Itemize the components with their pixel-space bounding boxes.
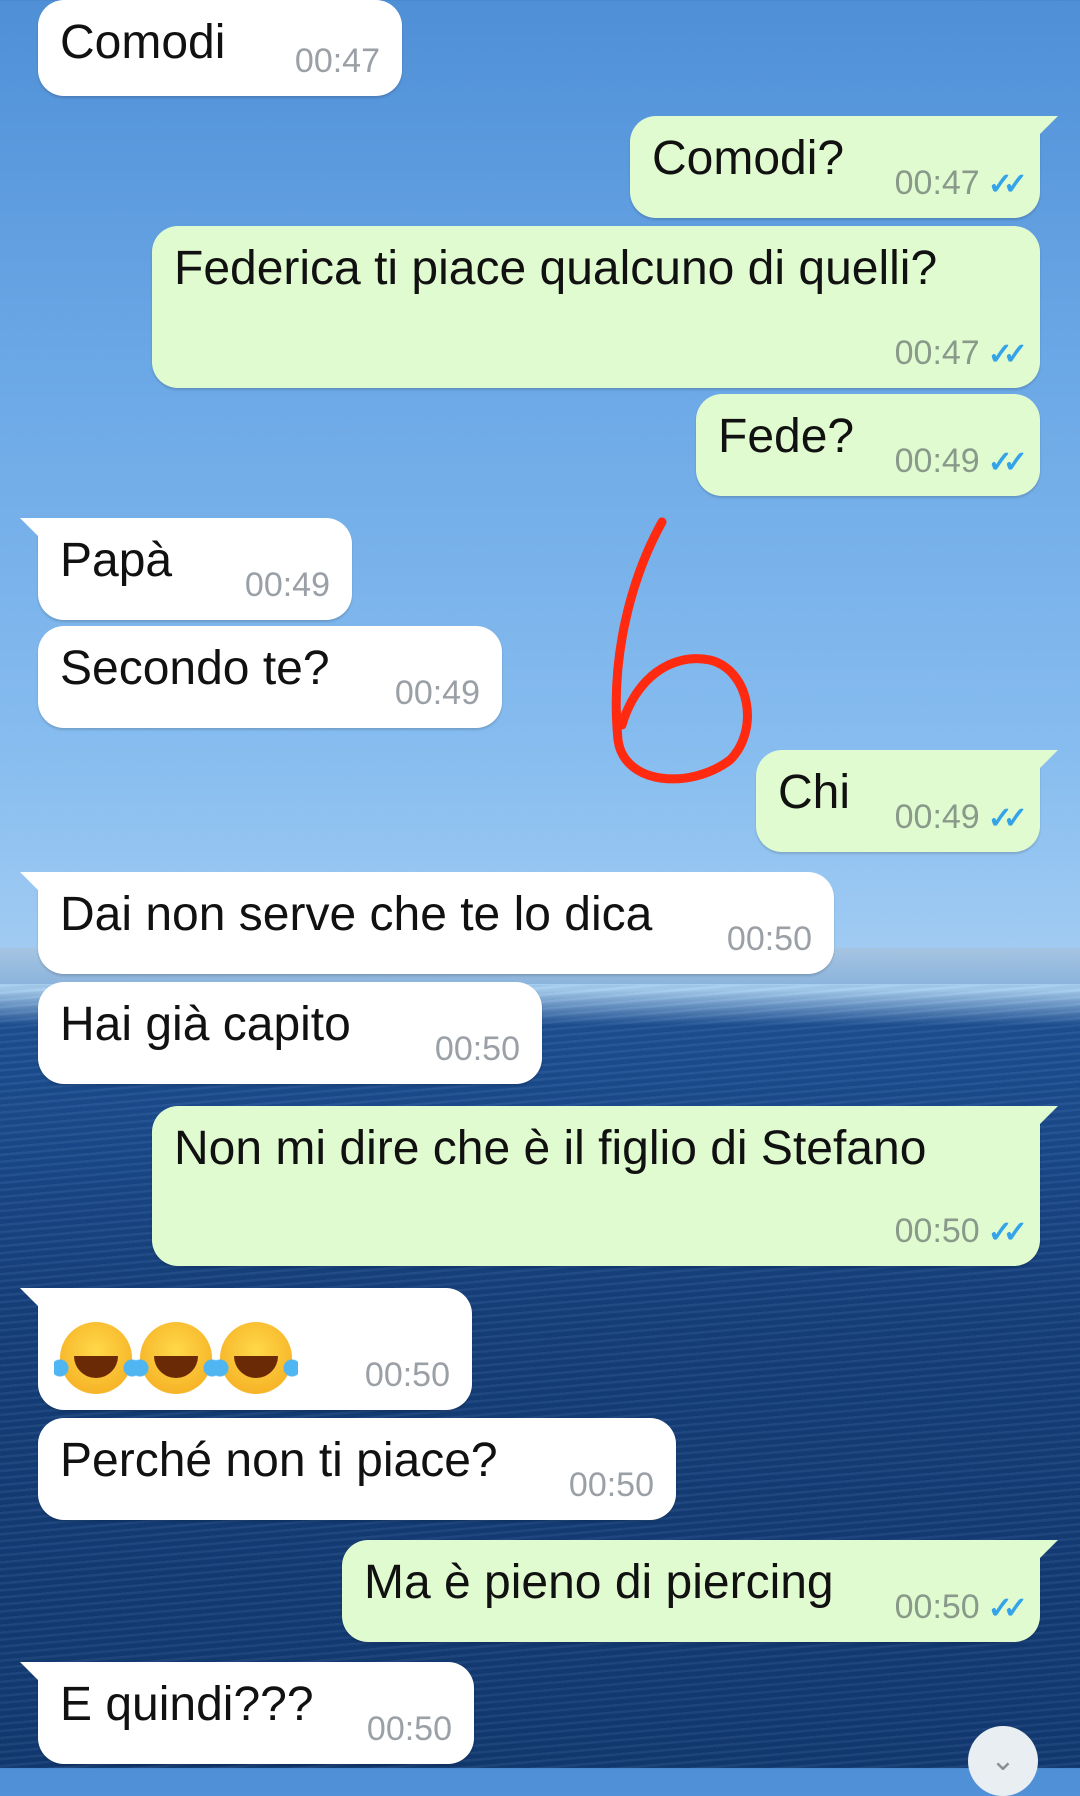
message-incoming[interactable]: Papà 00:49 — [20, 518, 352, 620]
scroll-to-bottom-button[interactable]: ⌄ — [968, 1726, 1038, 1796]
read-ticks-icon: ✓✓ — [987, 168, 1028, 202]
message-incoming[interactable]: 00:50 — [20, 1288, 472, 1410]
message-meta: 00:47 ✓✓ — [894, 164, 1028, 203]
message-text: Fede? — [718, 410, 855, 463]
message-text: Perché non ti piace? — [60, 1434, 498, 1487]
message-meta: 00:47 ✓✓ — [894, 334, 1028, 373]
message-incoming[interactable]: Comodi 00:47 — [38, 0, 402, 96]
read-ticks-icon: ✓✓ — [987, 338, 1028, 372]
handwritten-six-annotation — [611, 517, 752, 784]
laughing-tears-emoji-icon — [54, 1322, 138, 1394]
message-time: 00:50 — [726, 920, 812, 959]
message-meta: 00:49 ✓✓ — [894, 798, 1028, 837]
message-text: Dai non serve che te lo dica — [60, 888, 653, 941]
message-text: Federica ti piace qualcuno di quelli? — [174, 242, 938, 295]
message-meta: 00:50 ✓✓ — [894, 1588, 1028, 1627]
message-time: 00:47 — [294, 42, 380, 81]
message-outgoing[interactable]: Comodi? 00:47 ✓✓ — [630, 116, 1058, 218]
message-incoming[interactable]: Perché non ti piace? 00:50 — [38, 1418, 676, 1520]
message-time: 00:50 — [364, 1356, 450, 1395]
message-text: Hai già capito — [60, 998, 351, 1051]
message-incoming[interactable]: E quindi??? 00:50 — [20, 1662, 474, 1764]
read-ticks-icon: ✓✓ — [987, 1592, 1028, 1626]
message-outgoing[interactable]: Non mi dire che è il figlio di Stefano 0… — [152, 1106, 1058, 1266]
message-incoming[interactable]: Secondo te? 00:49 — [38, 626, 502, 728]
message-incoming[interactable]: Hai già capito 00:50 — [38, 982, 542, 1084]
message-text: Chi — [778, 766, 851, 819]
message-outgoing[interactable]: Fede? 00:49 ✓✓ — [696, 394, 1040, 496]
emoji-row — [54, 1322, 300, 1394]
message-time: 00:49 — [394, 674, 480, 713]
message-text: E quindi??? — [60, 1678, 314, 1731]
chevron-down-icon: ⌄ — [990, 1744, 1016, 1777]
message-text: Comodi — [60, 16, 226, 69]
message-time: 00:50 — [434, 1030, 520, 1069]
message-time: 00:50 — [568, 1466, 654, 1505]
message-text: Ma è pieno di piercing — [364, 1556, 834, 1609]
message-incoming[interactable]: Dai non serve che te lo dica 00:50 — [20, 872, 834, 974]
laughing-tears-emoji-icon — [134, 1322, 218, 1394]
chat-thread[interactable]: Comodi 00:47 Comodi? 00:47 ✓✓ Federica ti… — [0, 0, 1080, 1768]
message-meta: 00:49 ✓✓ — [894, 442, 1028, 481]
message-text: Non mi dire che è il figlio di Stefano — [174, 1122, 927, 1175]
message-outgoing[interactable]: Federica ti piace qualcuno di quelli? 00… — [152, 226, 1040, 388]
read-ticks-icon: ✓✓ — [987, 802, 1028, 836]
message-time: 00:50 — [366, 1710, 452, 1749]
message-time: 00:49 — [244, 566, 330, 605]
read-ticks-icon: ✓✓ — [987, 1216, 1028, 1250]
message-text: Secondo te? — [60, 642, 330, 695]
message-outgoing[interactable]: Chi 00:49 ✓✓ — [756, 750, 1058, 852]
message-meta: 00:50 ✓✓ — [894, 1212, 1028, 1251]
message-text: Comodi? — [652, 132, 845, 185]
laughing-tears-emoji-icon — [214, 1322, 298, 1394]
message-outgoing[interactable]: Ma è pieno di piercing 00:50 ✓✓ — [342, 1540, 1058, 1642]
read-ticks-icon: ✓✓ — [987, 446, 1028, 480]
message-text: Papà — [60, 534, 173, 587]
